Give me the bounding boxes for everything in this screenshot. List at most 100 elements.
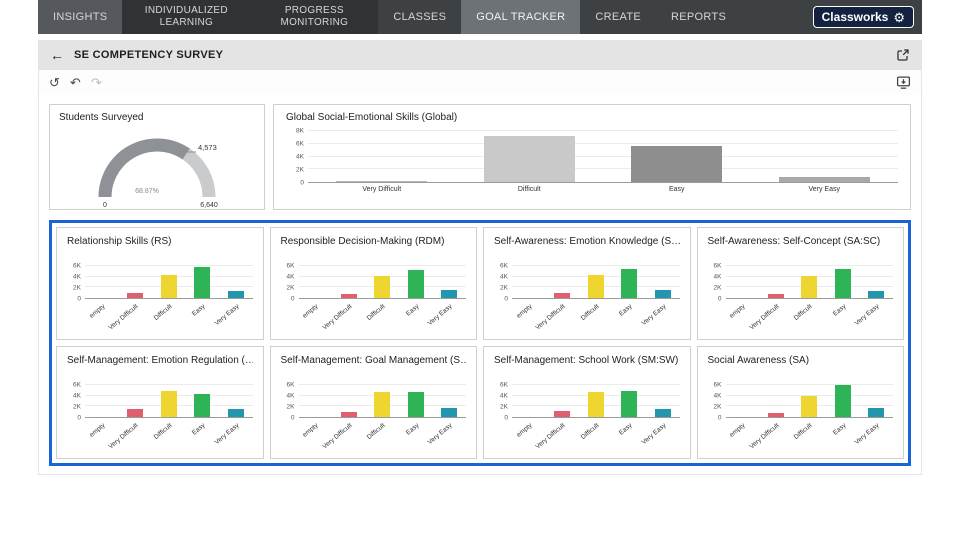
bar-slot (152, 380, 186, 417)
reset-icon[interactable]: ↺ (49, 76, 60, 89)
students-surveyed-card[interactable]: Students Surveyed 4,573 68.87% 0 6,640 (49, 104, 265, 210)
nav-reports[interactable]: REPORTS (656, 0, 741, 34)
nav-create[interactable]: CREATE (580, 0, 656, 34)
competency-card-emotion-knowledge[interactable]: Self-Awareness: Emotion Knowledge (S… 6K… (483, 227, 691, 340)
bar-very-easy[interactable] (441, 290, 458, 298)
x-tick-label: Very Difficult (107, 303, 140, 332)
bar-easy[interactable] (194, 393, 211, 417)
y-tick-label: 0 (290, 413, 295, 421)
gauge-value-label: 4,573 (198, 143, 217, 152)
x-tick-label: Difficult (579, 303, 601, 322)
bar-difficult[interactable] (374, 392, 391, 417)
bar-difficult[interactable] (801, 275, 818, 298)
summary-row: Students Surveyed 4,573 68.87% 0 6,640 G… (49, 104, 911, 210)
bar-easy[interactable] (407, 391, 424, 417)
students-surveyed-gauge: 4,573 68.87% 0 6,640 (59, 123, 255, 209)
x-tick-label: Very Difficult (321, 422, 354, 451)
y-tick-label: 6K (73, 381, 81, 389)
x-tick-label: Difficult (579, 422, 601, 441)
bar-very-difficult[interactable] (127, 293, 144, 298)
classworks-logo-button[interactable]: Classworks ⚙ (812, 6, 914, 28)
bar-difficult[interactable] (160, 275, 177, 298)
y-axis: 6K 4K 2K 0 (494, 261, 512, 302)
bar-very-difficult[interactable] (767, 413, 784, 417)
x-tick-label: Very Difficult (321, 303, 354, 332)
bar-very-difficult[interactable] (336, 181, 428, 182)
x-tick-label: Very Easy (213, 422, 241, 447)
save-to-device-icon[interactable] (896, 75, 911, 90)
bar-easy[interactable] (621, 268, 638, 298)
bar-very-difficult[interactable] (340, 411, 357, 417)
nav-insights[interactable]: INSIGHTS (38, 0, 123, 34)
bar-easy[interactable] (407, 270, 424, 298)
competency-card-emotion-regulation[interactable]: Self-Management: Emotion Regulation (… 6… (56, 346, 264, 459)
bar-easy[interactable] (834, 385, 851, 417)
bar-very-easy[interactable] (441, 408, 458, 417)
x-axis-labels: Very Difficult Difficult Easy Very Easy (308, 183, 898, 197)
bar-easy[interactable] (194, 267, 211, 298)
bar-very-difficult[interactable] (554, 410, 571, 417)
bar-difficult[interactable] (801, 395, 818, 417)
competency-card-responsible-decision-making[interactable]: Responsible Decision-Making (RDM) 6K 4K 2K… (269, 227, 477, 340)
card-title: Responsible Decision-Making (RDM) (280, 236, 445, 247)
x-tick-label: empty (88, 422, 107, 439)
y-tick-label: 4K (286, 392, 295, 400)
y-tick-label: 6K (713, 381, 722, 389)
undo-icon[interactable]: ↶ (70, 76, 81, 89)
bar-very-easy[interactable] (778, 177, 870, 182)
x-tick-label: Difficult (152, 303, 174, 322)
bar-slot (512, 261, 546, 298)
bar-slot (579, 380, 613, 417)
competency-card-relationship-skills[interactable]: Relationship Skills (RS) 6K 4K 2K 0 empty Ver… (56, 227, 264, 340)
bar-easy[interactable] (631, 145, 723, 182)
bar-slot (85, 261, 119, 298)
global-skills-card[interactable]: Global Social-Emotional Skills (Global) … (273, 104, 911, 210)
bar-easy[interactable] (621, 390, 638, 417)
bar-very-difficult[interactable] (127, 409, 144, 417)
bar-slot (119, 261, 153, 298)
bar-very-difficult[interactable] (340, 293, 357, 298)
back-arrow-icon[interactable]: ← (50, 47, 64, 63)
bar-slot (546, 261, 580, 298)
bar-very-easy[interactable] (868, 290, 885, 298)
competency-card-goal-management[interactable]: Self-Management: Goal Management (S… 6K 4… (269, 346, 477, 459)
bar-very-easy[interactable] (227, 291, 244, 298)
bar-slot (579, 261, 613, 298)
card-title: Self-Management: School Work (SM:SW) (494, 355, 679, 366)
bar-difficult[interactable] (160, 390, 177, 417)
competency-card-school-work[interactable]: Self-Management: School Work (SM:SW) 6K 4… (483, 346, 691, 459)
bar-difficult[interactable] (587, 391, 604, 417)
open-in-new-icon[interactable] (896, 48, 910, 62)
bar-slot (546, 380, 580, 417)
x-tick-label: Easy (404, 422, 421, 437)
y-tick-label: 4K (286, 273, 295, 281)
bar-slot (793, 380, 827, 417)
bar-difficult[interactable] (374, 276, 391, 298)
nav-classes[interactable]: CLASSES (378, 0, 461, 34)
bar-easy[interactable] (834, 269, 851, 298)
x-tick-label: Very Difficult (748, 303, 781, 332)
bar-difficult[interactable] (483, 136, 575, 182)
competency-bar-chart: 6K 4K 2K 0 empty Very Difficult Difficult Easy V… (494, 380, 680, 451)
nav-goal-tracker[interactable]: GOAL TRACKER (461, 0, 581, 34)
competency-card-self-concept[interactable]: Self-Awareness: Self-Concept (SA:SC) 6K 4… (696, 227, 904, 340)
x-tick-label: Very Easy (853, 303, 881, 328)
x-axis-labels: empty Very Difficult Difficult Easy Very Eas… (85, 418, 253, 451)
y-tick-label: 8K (296, 126, 304, 134)
x-tick-label: Difficult (793, 303, 814, 322)
x-tick-label: Very Easy (640, 303, 668, 328)
bar-very-difficult[interactable] (767, 293, 784, 298)
competency-card-social-awareness[interactable]: Social Awareness (SA) 6K 4K 2K 0 empty Very D… (696, 346, 904, 459)
y-tick-label: 4K (296, 152, 304, 160)
y-tick-label: 6K (296, 139, 304, 147)
nav-progress-monitoring[interactable]: PROGRESS MONITORING (250, 0, 379, 34)
bar-very-easy[interactable] (654, 409, 671, 417)
bar-very-easy[interactable] (227, 409, 244, 417)
x-tick-label: Difficult (366, 422, 387, 441)
redo-icon[interactable]: ↷ (91, 76, 102, 89)
bar-difficult[interactable] (587, 274, 604, 298)
bar-very-easy[interactable] (868, 408, 885, 417)
bar-very-difficult[interactable] (554, 292, 571, 298)
nav-individualized-learning[interactable]: INDIVIDUALIZED LEARNING (122, 0, 251, 34)
bar-very-easy[interactable] (654, 290, 671, 298)
